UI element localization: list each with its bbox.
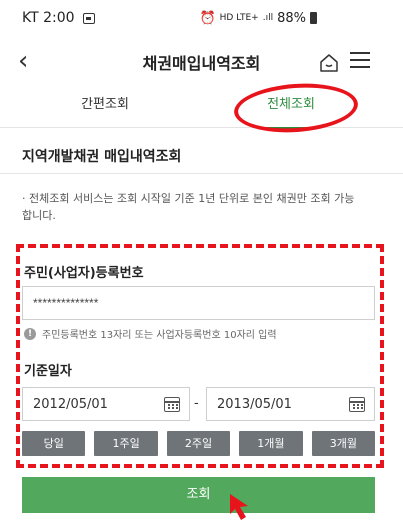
date-label: 기준일자 (24, 364, 72, 379)
menu-button[interactable] (350, 52, 370, 73)
id-label: 주민(사업자)등록번호 (24, 266, 144, 281)
calendar-icon[interactable] (349, 397, 365, 412)
id-hint: ! 주민등록번호 13자리 또는 사업자등록번호 10자리 입력 (24, 326, 277, 341)
info-icon: ! (24, 327, 36, 340)
period-1month-button[interactable]: 1개월 (239, 431, 303, 456)
status-bar: KT 2:00 ⏰ HD LTE+ .ıll 88% (0, 0, 403, 36)
notice-text: · 전체조회 서비스는 조회 시작일 기준 1년 단위로 본인 채권만 조회 가… (22, 192, 355, 222)
period-1week-button[interactable]: 1주일 (94, 431, 158, 456)
hamburger-icon (350, 52, 370, 68)
battery-icon (310, 12, 317, 24)
start-date-input[interactable]: 2012/05/01 (22, 387, 190, 421)
section-title: 지역개발채권 매입내역조회 (22, 149, 182, 165)
annotation-arrow-icon (230, 494, 248, 520)
start-date-value: 2012/05/01 (33, 396, 108, 412)
app-header: 채권매입내역조회 ‹ (0, 44, 403, 80)
alarm-icon: ⏰ (199, 10, 216, 26)
date-separator: - (194, 396, 199, 411)
end-date-value: 2013/05/01 (217, 396, 292, 412)
period-today-button[interactable]: 당일 (22, 431, 86, 456)
divider (0, 173, 403, 174)
search-button[interactable]: 조회 (22, 477, 375, 513)
carrier-time: KT 2:00 (22, 10, 75, 26)
period-buttons: 당일 1주일 2주일 1개월 3개월 (22, 431, 376, 456)
chevron-left-icon: ‹ (18, 46, 29, 76)
network-indicator: HD LTE+ (219, 13, 259, 23)
battery-level: 88% (277, 10, 306, 26)
calendar-icon[interactable] (164, 397, 180, 412)
back-button[interactable]: ‹ (18, 46, 28, 76)
tab-simple-lookup[interactable]: 간편조회 (40, 86, 170, 128)
end-date-input[interactable]: 2013/05/01 (206, 387, 375, 421)
gallery-notification-icon (82, 12, 95, 24)
period-3month-button[interactable]: 3개월 (311, 431, 376, 456)
period-2week-button[interactable]: 2주일 (166, 431, 231, 456)
home-icon (320, 54, 338, 72)
id-number-input[interactable] (22, 286, 375, 320)
signal-icon: .ıll (262, 13, 274, 23)
page-title: 채권매입내역조회 (142, 54, 261, 73)
home-button[interactable] (318, 52, 340, 78)
hint-text: 주민등록번호 13자리 또는 사업자등록번호 10자리 입력 (42, 330, 277, 341)
